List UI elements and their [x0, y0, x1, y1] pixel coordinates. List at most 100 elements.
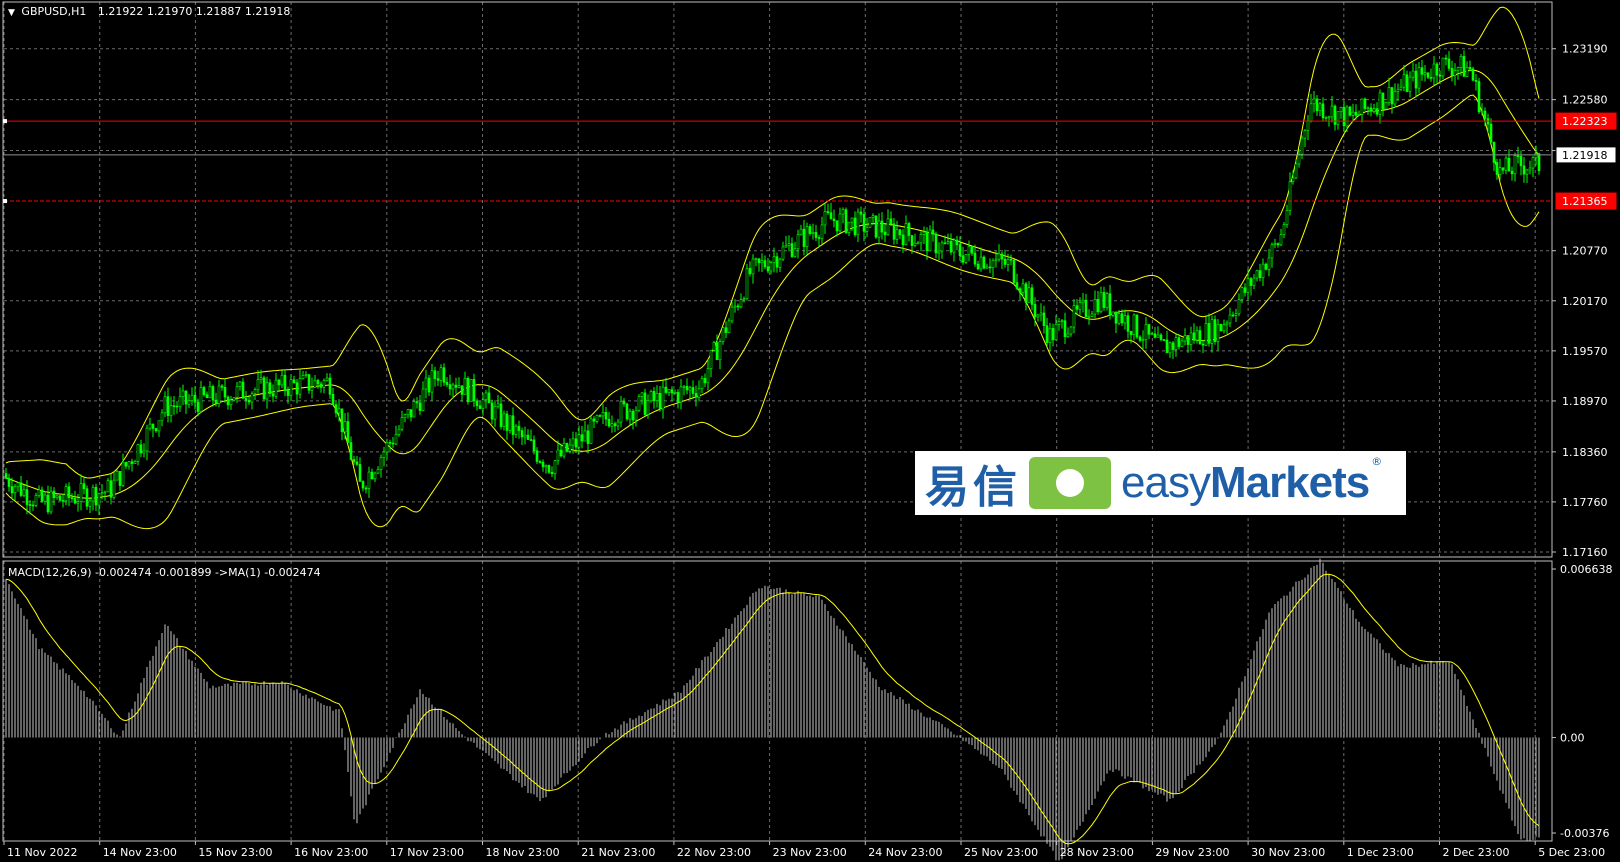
candle-body	[22, 489, 26, 496]
candle-body	[205, 394, 209, 399]
candle-body	[709, 350, 713, 369]
candle-body	[1468, 67, 1472, 70]
candle-body	[781, 246, 785, 260]
candle-body	[658, 392, 662, 410]
candle-body	[988, 266, 992, 269]
candle-body	[943, 242, 947, 245]
candle-body	[229, 399, 233, 406]
candle-body	[877, 220, 881, 238]
candle-body	[487, 392, 491, 404]
candle-body	[301, 375, 305, 379]
price-tick-label: 1.17160	[1562, 546, 1608, 559]
macd-tick-label: 0.006638	[1560, 563, 1613, 576]
candle-body	[280, 374, 284, 386]
candle-body	[880, 220, 884, 233]
candle-body	[421, 388, 425, 411]
candle-body	[775, 256, 779, 268]
candle-body	[1351, 111, 1355, 116]
candle-body	[1144, 324, 1148, 341]
candle-body	[853, 217, 857, 236]
candle-body	[274, 379, 278, 397]
time-tick-label: 23 Nov 23:00	[773, 846, 847, 859]
candle-body	[1426, 72, 1430, 78]
candle-body	[823, 211, 827, 226]
candle-body	[277, 379, 281, 386]
candle-body	[1009, 259, 1013, 261]
candle-body	[1261, 263, 1265, 279]
candle-body	[685, 386, 689, 391]
candle-body	[1324, 117, 1328, 119]
logo-wordmark: easyMarkets	[1121, 458, 1370, 507]
price-tick-label: 1.22580	[1562, 94, 1608, 107]
candle-body	[457, 385, 461, 388]
candle-body	[1135, 314, 1139, 338]
candle-body	[1126, 315, 1130, 332]
candle-body	[931, 229, 935, 235]
candle-body	[1186, 335, 1190, 345]
time-tick-label: 17 Nov 23:00	[390, 846, 464, 859]
candle-body	[655, 392, 659, 401]
candle-body	[985, 266, 989, 269]
time-tick-label: 2 Dec 23:00	[1443, 846, 1510, 859]
candle-body	[868, 217, 872, 228]
candle-body	[922, 231, 926, 235]
macd-header: MACD(12,26,9) -0.002474 -0.001899 ->MA(1…	[8, 566, 321, 579]
candle-body	[469, 379, 473, 403]
candle-body	[493, 405, 497, 420]
candle-body	[1030, 287, 1034, 305]
candle-body	[262, 377, 266, 400]
candle-body	[517, 425, 521, 431]
dropdown-triangle-icon[interactable]: ▼	[8, 8, 15, 18]
candle-body	[673, 391, 677, 394]
candle-body	[226, 396, 230, 406]
candle-body	[49, 490, 53, 513]
candle-body	[679, 386, 683, 403]
candle-body	[1327, 116, 1331, 119]
candle-body	[1150, 333, 1154, 336]
candle-body	[373, 472, 377, 480]
candle-body	[1021, 283, 1025, 293]
candle-body	[1303, 130, 1307, 139]
candle-body	[394, 434, 398, 445]
candle-body	[130, 461, 134, 464]
candle-body	[784, 244, 788, 248]
candle-body	[1441, 57, 1445, 77]
candle-body	[325, 377, 329, 381]
candle-body	[1465, 67, 1469, 77]
candle-body	[424, 377, 428, 390]
candle-body	[745, 268, 749, 299]
candle-body	[661, 386, 665, 410]
candle-body	[583, 430, 587, 442]
candle-body	[1093, 298, 1097, 315]
candle-body	[1222, 324, 1226, 332]
chart-canvas[interactable]: 1.231901.225801.219701.207701.201701.195…	[0, 0, 1620, 862]
candle-body	[502, 413, 506, 427]
candle-body	[145, 427, 149, 452]
candle-body	[766, 266, 770, 272]
candle-body	[958, 244, 962, 257]
candle-body	[751, 258, 755, 275]
candle-body	[733, 305, 737, 308]
candle-body	[1372, 108, 1376, 112]
candle-body	[946, 241, 950, 244]
candle-body	[808, 226, 812, 234]
chart-header[interactable]: ▼ GBPUSD,H1 1.21922 1.21970 1.21887 1.21…	[8, 5, 290, 18]
candle-body	[1345, 106, 1349, 127]
candle-body	[1336, 111, 1340, 125]
candle-body	[1012, 259, 1016, 283]
candle-body	[481, 399, 485, 409]
candle-body	[799, 228, 803, 236]
candle-body	[883, 231, 887, 236]
candle-body	[571, 438, 575, 446]
candle-body	[1504, 157, 1508, 171]
candle-body	[1264, 263, 1268, 270]
candle-body	[712, 342, 716, 351]
candle-body	[1411, 70, 1415, 78]
candle-body	[253, 389, 257, 395]
candle-body	[787, 243, 791, 246]
candle-body	[697, 388, 701, 398]
candle-body	[1414, 70, 1418, 89]
candle-body	[82, 483, 86, 489]
candle-body	[1159, 334, 1163, 340]
candle-body	[1177, 337, 1181, 347]
